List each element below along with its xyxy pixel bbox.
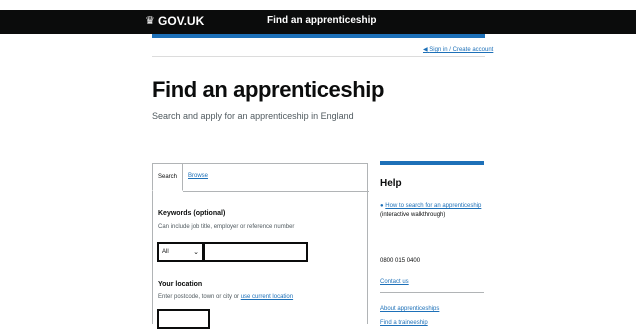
use-current-location-link[interactable]: use current location bbox=[241, 294, 293, 300]
tab-browse[interactable]: Browse bbox=[188, 173, 208, 179]
keywords-label: Keywords (optional) bbox=[158, 210, 226, 217]
page-title: Find an apprenticeship bbox=[152, 77, 385, 102]
divider bbox=[152, 56, 485, 57]
help-title: Help bbox=[380, 178, 402, 189]
service-name[interactable]: Find an apprenticeship bbox=[267, 15, 376, 26]
keywords-input[interactable] bbox=[203, 242, 308, 262]
help-walkthrough: ● How to search for an apprenticeship (i… bbox=[380, 203, 482, 218]
info-icon: ● bbox=[380, 203, 384, 209]
category-select[interactable]: All ⌄ bbox=[157, 242, 204, 262]
govuk-logo[interactable]: GOV.UK bbox=[158, 14, 204, 28]
tab-search-label: Search bbox=[158, 174, 178, 180]
keywords-hint: Can include job title, employer or refer… bbox=[158, 224, 295, 230]
location-input[interactable] bbox=[157, 309, 210, 329]
signin-link[interactable]: ◀ Sign in / Create account bbox=[423, 46, 493, 53]
help-accent-bar bbox=[380, 161, 484, 165]
find-traineeship-link[interactable]: Find a traineeship bbox=[380, 320, 428, 326]
location-label: Your location bbox=[158, 281, 203, 288]
tab-search[interactable]: Search bbox=[152, 163, 183, 191]
category-select-value: All bbox=[162, 249, 169, 255]
page-subtitle: Search and apply for an apprenticeship i… bbox=[152, 111, 354, 121]
help-phone: 0800 015 0400 bbox=[380, 258, 421, 264]
chevron-down-icon: ⌄ bbox=[193, 249, 199, 256]
how-to-search-link[interactable]: How to search for an apprenticeship bbox=[385, 203, 481, 209]
arrow-left-icon: ◀ bbox=[423, 47, 428, 53]
contact-us-link[interactable]: Contact us bbox=[380, 279, 409, 285]
location-hint: Enter postcode, town or city or use curr… bbox=[158, 294, 294, 300]
crown-icon: ♛ bbox=[145, 15, 155, 27]
header-underline bbox=[152, 34, 485, 38]
about-apprenticeships-link[interactable]: About apprenticeships bbox=[380, 306, 439, 312]
signin-text: Sign in / Create account bbox=[429, 47, 494, 53]
divider bbox=[380, 292, 484, 293]
